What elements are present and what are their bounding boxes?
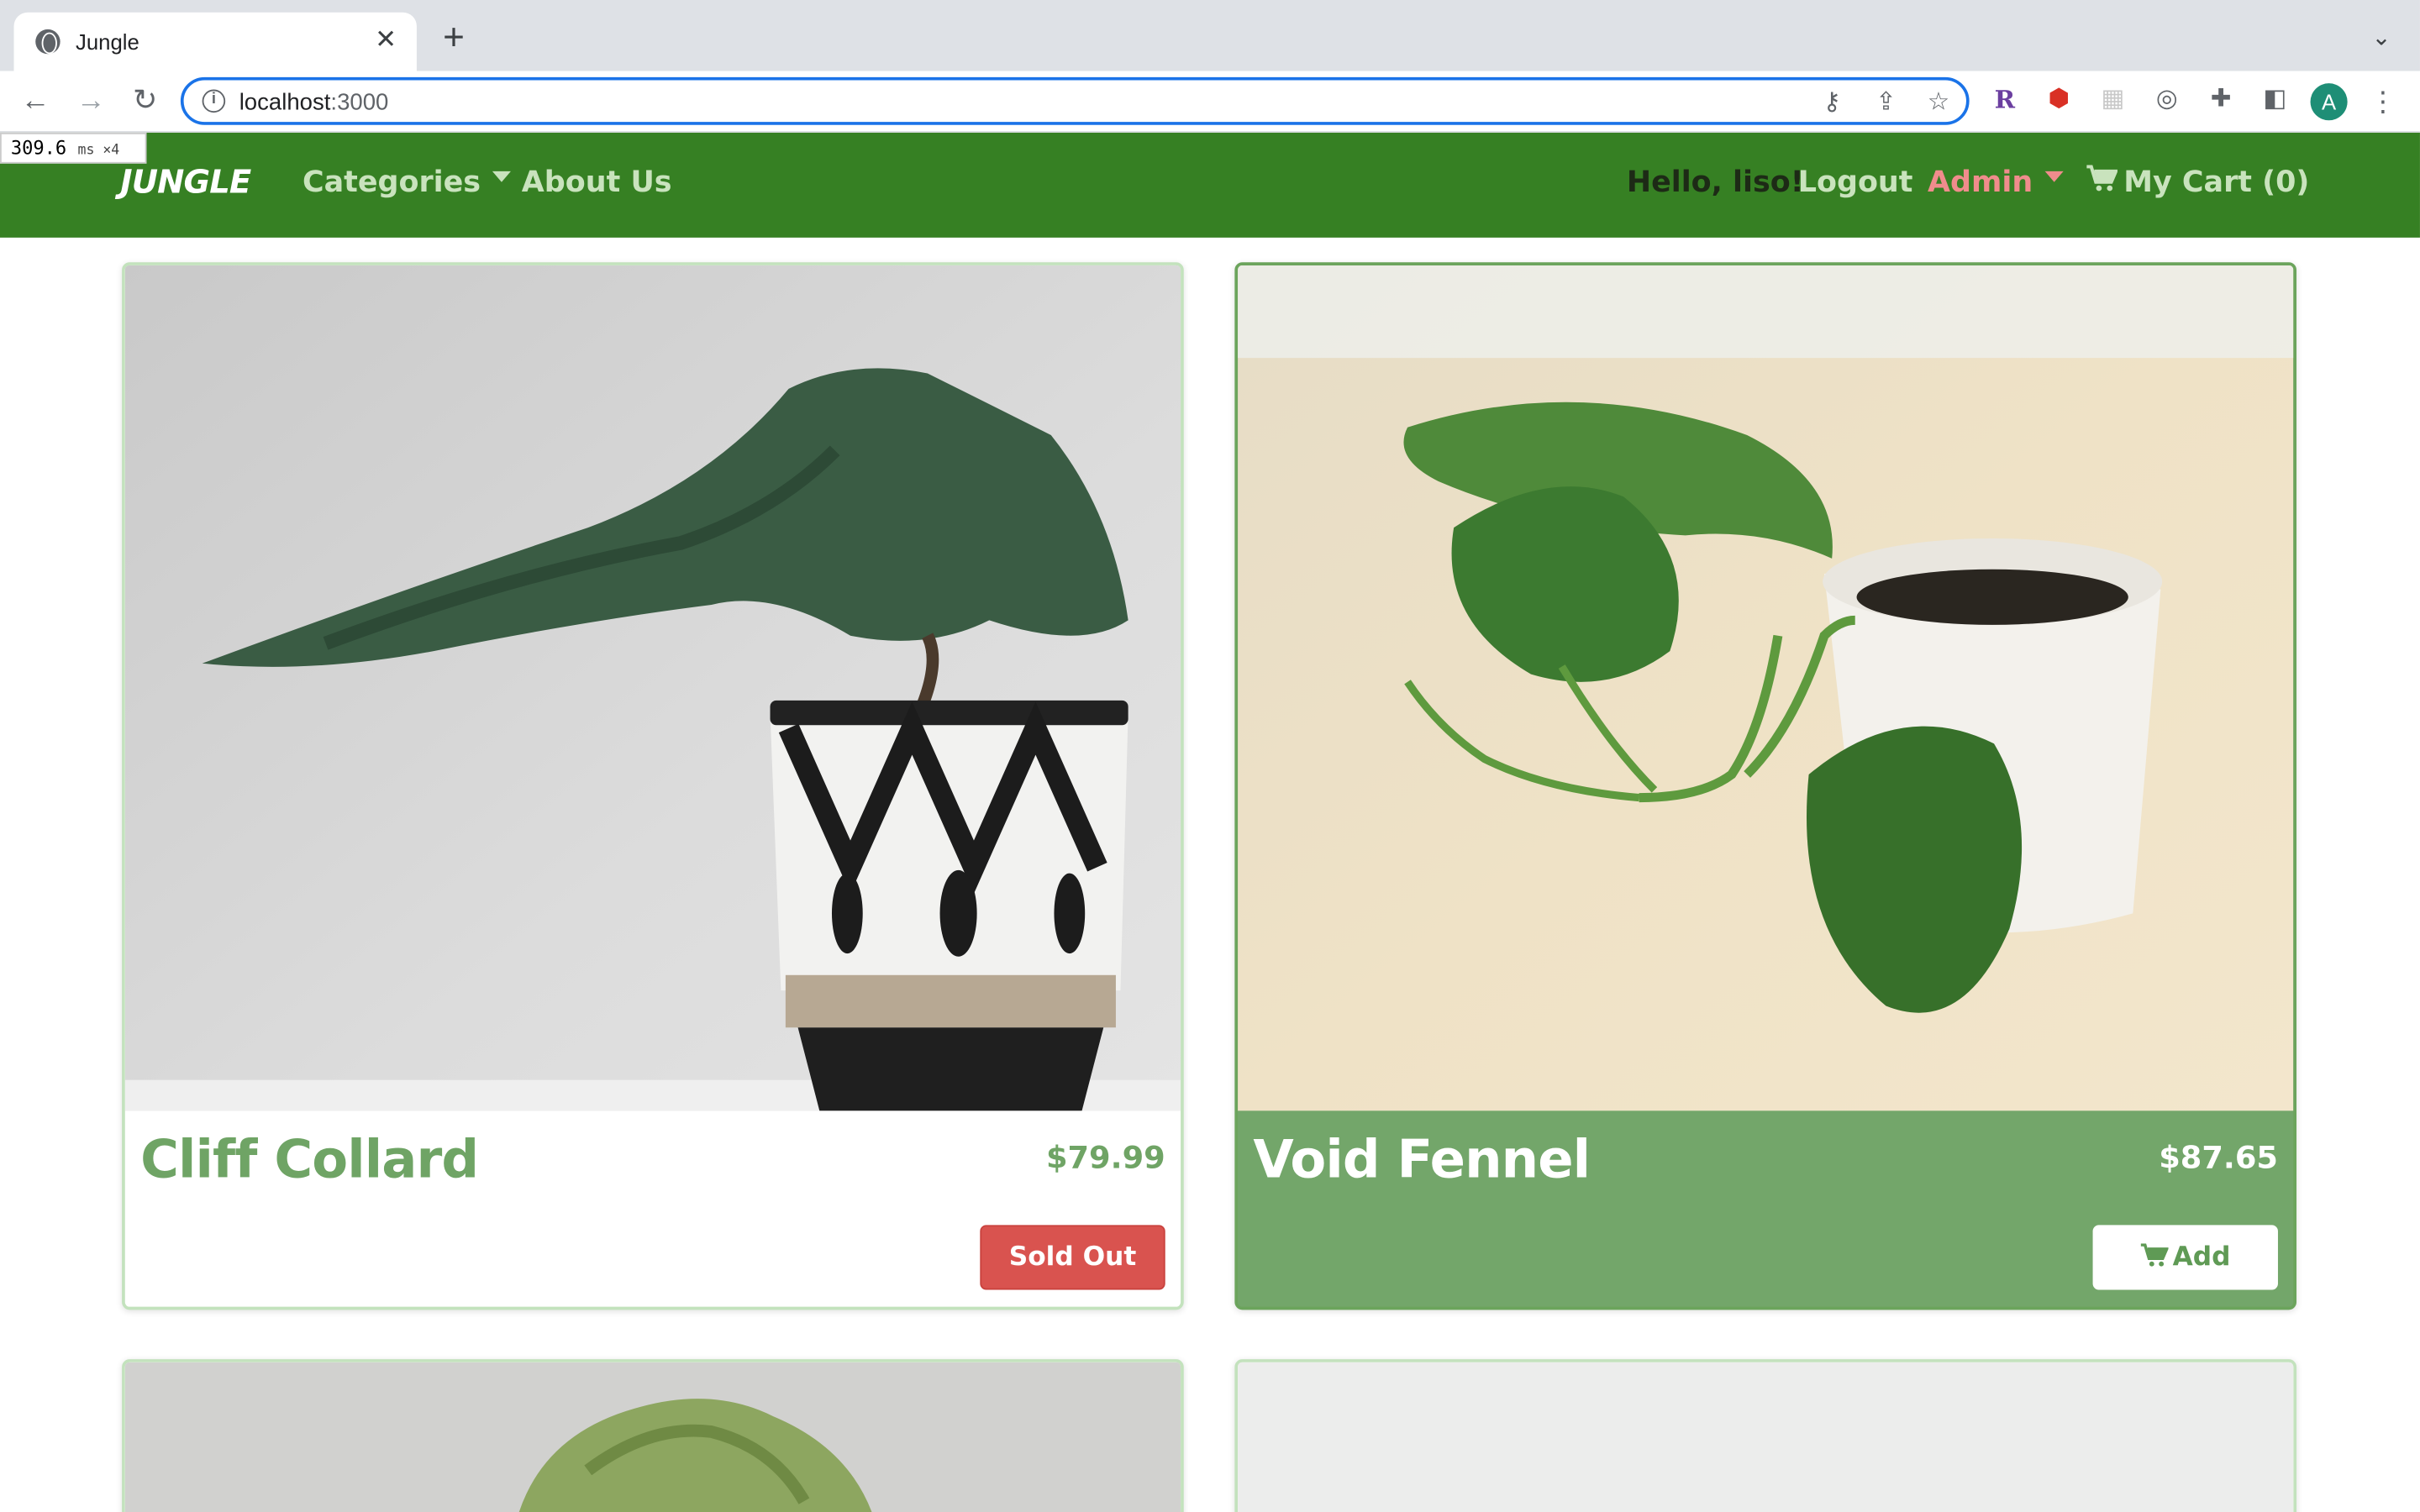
product-card[interactable] bbox=[1234, 1359, 2297, 1512]
cart-icon bbox=[2140, 1243, 2169, 1267]
more-menu-icon[interactable]: ⋮ bbox=[2369, 83, 2396, 120]
address-bar[interactable]: i localhost:3000 ⚷ ⇪ ☆ bbox=[180, 76, 1970, 125]
product-name[interactable]: Void Fennel bbox=[1253, 1129, 1591, 1190]
key-icon[interactable]: ⚷ bbox=[1817, 88, 1848, 119]
extension-r-icon[interactable]: R bbox=[1988, 83, 2022, 117]
greeting: Hello, liso! bbox=[1626, 165, 1804, 199]
back-icon[interactable]: ← bbox=[17, 83, 54, 120]
cart-label: My Cart (0) bbox=[2123, 165, 2310, 199]
product-image-light[interactable] bbox=[1238, 1362, 2294, 1512]
product-price: $87.65 bbox=[2159, 1138, 2278, 1176]
side-panel-icon[interactable]: ◧ bbox=[2258, 83, 2291, 117]
perf-value: 309.6 bbox=[10, 137, 67, 160]
product-price: $79.99 bbox=[1045, 1138, 1165, 1176]
product-card[interactable]: Cliff Collard $79.99 Sold Out bbox=[122, 262, 1184, 1310]
my-cart-link[interactable]: My Cart (0) bbox=[2086, 165, 2309, 199]
url-port: :3000 bbox=[330, 89, 389, 116]
product-image-pothos[interactable] bbox=[1238, 265, 2294, 1111]
perf-overlay: 309.6 ms ×4 bbox=[0, 132, 147, 164]
site-info-icon[interactable]: i bbox=[202, 89, 226, 113]
reload-icon[interactable]: ↻ bbox=[127, 83, 164, 120]
admin-label: Admin bbox=[1928, 165, 2033, 199]
caret-down-icon bbox=[2044, 171, 2064, 182]
extension-devtools-icon[interactable]: ◎ bbox=[2150, 83, 2184, 117]
site-navbar: JUNGLE Categories About Us Hello, liso! … bbox=[0, 132, 2420, 238]
chevron-down-icon[interactable]: ⌄ bbox=[2367, 24, 2395, 50]
logout-link[interactable]: Logout bbox=[1798, 165, 1913, 199]
add-to-cart-button[interactable]: Add bbox=[2092, 1225, 2278, 1290]
product-name[interactable]: Cliff Collard bbox=[140, 1129, 479, 1190]
url-host: localhost bbox=[239, 89, 331, 116]
product-card[interactable]: Void Fennel $87.65 Add bbox=[1234, 262, 2297, 1310]
product-image-bonsai[interactable] bbox=[124, 265, 1181, 1111]
browser-tab-strip: Jungle ✕ + ⌄ bbox=[0, 0, 2420, 71]
brand-logo[interactable]: JUNGLE bbox=[120, 164, 251, 201]
tab-title: Jungle bbox=[75, 29, 139, 55]
screen-root: Jungle ✕ + ⌄ ← → ↻ i localhost:3000 ⚷ ⇪ … bbox=[0, 0, 2420, 1512]
url-text: localhost:3000 bbox=[239, 90, 389, 116]
new-tab-icon[interactable]: + bbox=[435, 19, 472, 59]
profile-avatar[interactable]: A bbox=[2310, 83, 2348, 121]
product-card[interactable] bbox=[122, 1359, 1184, 1512]
share-icon[interactable]: ⇪ bbox=[1870, 88, 1902, 119]
globe-icon bbox=[35, 29, 60, 55]
browser-toolbar: ← → ↻ i localhost:3000 ⚷ ⇪ ☆ R ⬢ ▦ ◎ ✚ ◧… bbox=[0, 71, 2420, 133]
admin-dropdown[interactable]: Admin bbox=[1928, 165, 2064, 199]
close-tab-icon[interactable]: ✕ bbox=[371, 24, 402, 55]
product-image-shrub[interactable] bbox=[124, 1362, 1181, 1512]
caret-down-icon bbox=[492, 171, 512, 182]
sold-out-badge: Sold Out bbox=[980, 1225, 1165, 1290]
extension-grid-icon[interactable]: ▦ bbox=[2096, 83, 2129, 117]
puzzle-icon[interactable]: ✚ bbox=[2204, 83, 2238, 117]
about-us-link[interactable]: About Us bbox=[522, 165, 672, 199]
forward-icon[interactable]: → bbox=[72, 83, 109, 120]
categories-dropdown[interactable]: Categories bbox=[302, 165, 512, 199]
extension-stop-icon[interactable]: ⬢ bbox=[2042, 83, 2075, 117]
categories-label: Categories bbox=[302, 165, 481, 199]
add-label: Add bbox=[2172, 1242, 2231, 1273]
cart-icon bbox=[2086, 165, 2118, 192]
browser-tab[interactable]: Jungle ✕ bbox=[13, 12, 417, 71]
star-icon[interactable]: ☆ bbox=[1923, 88, 1954, 119]
perf-unit: ms ×4 bbox=[77, 143, 120, 160]
